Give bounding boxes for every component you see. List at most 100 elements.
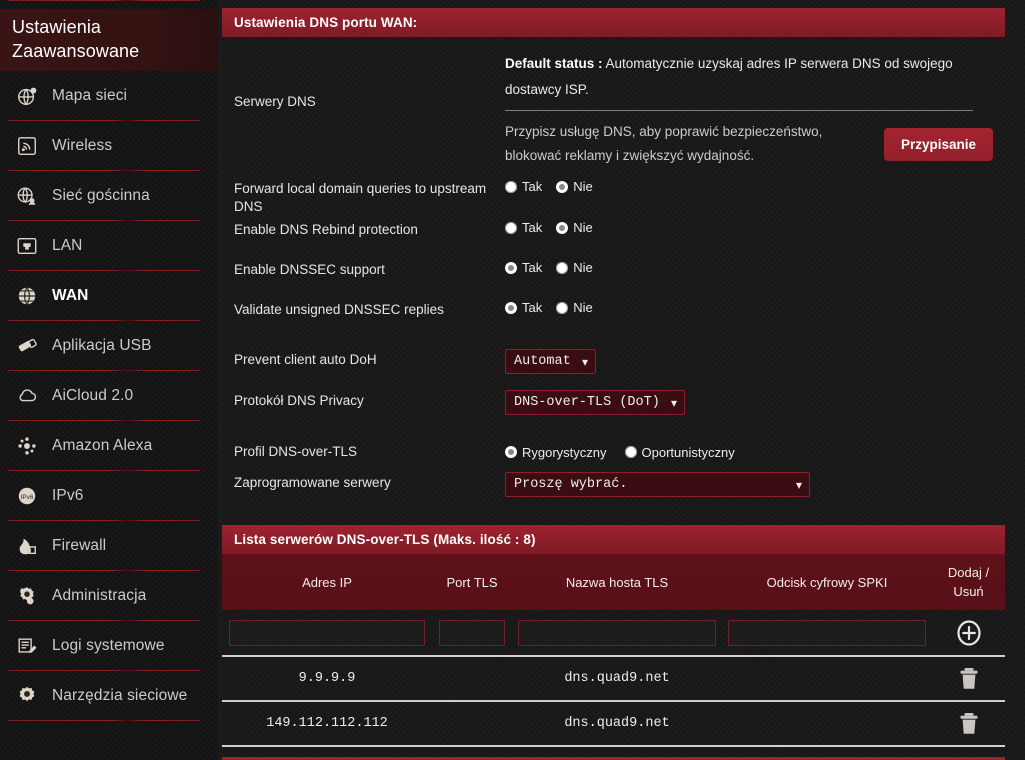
dns-servers-label: Serwery DNS <box>234 94 316 109</box>
sidebar-item-sie-go-cinna[interactable]: Sieć gościnna <box>0 171 218 220</box>
sidebar-item-firewall[interactable]: Firewall <box>0 521 218 570</box>
column-header-action: Dodaj / Usuń <box>932 563 1005 601</box>
radio-button[interactable] <box>505 221 517 234</box>
sidebar-item-wan[interactable]: WAN <box>0 271 218 320</box>
radio-button[interactable] <box>556 180 569 193</box>
sidebar-item-label: AiCloud 2.0 <box>52 386 134 404</box>
new-hostname-input[interactable] <box>518 619 716 646</box>
radio-button[interactable] <box>624 446 637 458</box>
dns-toggle-row: Enable DNS Rebind protection Tak Nie <box>222 219 1005 259</box>
dns-toggle-option-label: Nie <box>573 260 593 275</box>
system-log-icon <box>14 633 40 659</box>
cell-ip: 149.112.112.112 <box>266 716 388 731</box>
dot-server-list-panel: Lista serwerów DNS-over-TLS (Maks. ilość… <box>222 525 1005 747</box>
sidebar-item-mapa-sieci[interactable]: Mapa sieci <box>0 71 218 120</box>
sidebar-item-lan[interactable]: LAN <box>0 221 218 270</box>
dot-profile-strict-option[interactable]: Rygorystyczny <box>505 445 607 460</box>
dns-assign-description: Przypisz usługę DNS, aby poprawić bezpie… <box>505 120 822 168</box>
dns-toggle-option-yes[interactable]: Tak <box>505 260 542 275</box>
dot-profile-row: Profil DNS-over-TLS Rygorystyczny Oportu… <box>222 431 1005 472</box>
guest-network-icon <box>14 183 40 209</box>
dns-toggle-row: Forward local domain queries to upstream… <box>222 178 1005 219</box>
new-spki-input[interactable] <box>728 619 926 646</box>
column-header-action-line1: Dodaj / <box>947 565 990 580</box>
prevent-doh-field: AutomatWyłączWłącz ▾ <box>505 349 1005 374</box>
dns-toggle-field: Tak Nie <box>505 299 1005 315</box>
dns-toggle-row: Validate unsigned DNSSEC replies Tak Nie <box>222 299 1005 339</box>
dns-assign-description-line1: Przypisz usługę DNS, aby poprawić bezpie… <box>505 124 823 139</box>
wan-globe-icon <box>14 283 40 309</box>
cell-action <box>932 666 1005 692</box>
dns-toggle-option-label: Tak <box>522 179 543 194</box>
prevent-doh-label: Prevent client auto DoH <box>234 352 377 367</box>
dns-toggle-option-label: Nie <box>573 300 593 315</box>
dns-toggle-option-yes[interactable]: Tak <box>505 179 542 194</box>
aicloud-icon <box>14 383 40 409</box>
router-admin-page: Ustawienia Zaawansowane Mapa sieci Wirele… <box>0 0 1025 760</box>
radio-button[interactable] <box>505 301 517 314</box>
preset-servers-label: Zaprogramowane serwery <box>234 475 391 490</box>
administration-icon <box>14 583 40 609</box>
sidebar-title-line1: Ustawienia <box>12 17 102 37</box>
lan-icon <box>14 233 40 259</box>
column-header-spki: Odcisk cyfrowy SPKI <box>766 574 888 590</box>
preset-servers-select[interactable]: Proszę wybrać.CloudflareGoogleQuad9 <box>505 472 810 497</box>
column-header-action-line2: Usuń <box>953 584 984 599</box>
sidebar-item-narz-dzia-sieciowe[interactable]: Narzędzia sieciowe <box>0 671 218 720</box>
sidebar-item-wireless[interactable]: Wireless <box>0 121 218 170</box>
trash-icon <box>960 712 977 734</box>
sidebar-item-amazon-alexa[interactable]: Amazon Alexa <box>0 421 218 470</box>
dns-toggle-option-no[interactable]: Nie <box>556 179 593 194</box>
sidebar-item-label: Sieć gościnna <box>52 186 150 204</box>
sidebar-item-aplikacja-usb[interactable]: Aplikacja USB <box>0 321 218 370</box>
dns-toggle-option-no[interactable]: Nie <box>556 220 593 235</box>
prevent-doh-row: Prevent client auto DoH AutomatWyłączWłą… <box>222 349 1005 390</box>
new-port-input[interactable] <box>439 619 505 646</box>
sidebar-divider <box>8 720 200 721</box>
cell-hostname: dns.quad9.net <box>564 671 670 686</box>
trash-icon <box>960 667 977 689</box>
radio-button[interactable] <box>556 301 569 314</box>
dns-toggle-rows: Forward local domain queries to upstream… <box>222 178 1005 339</box>
radio-button[interactable] <box>505 180 517 193</box>
column-header-hostname: Nazwa hosta TLS <box>565 574 669 590</box>
sidebar-item-label: Firewall <box>52 536 107 554</box>
column-header-port: Port TLS <box>446 574 498 590</box>
sidebar-nav-list: Mapa sieci Wireless Sieć gościnna LAN WAN Apl… <box>0 71 218 721</box>
dot-profile-radio-group: Rygorystyczny Oportunistyczny <box>505 444 1005 460</box>
new-ip-input[interactable] <box>229 619 425 646</box>
dns-privacy-label: Protokół DNS Privacy <box>234 393 364 408</box>
sidebar-item-administracja[interactable]: Administracja <box>0 571 218 620</box>
dot-profile-opportunistic-option[interactable]: Oportunistyczny <box>624 445 735 460</box>
radio-button[interactable] <box>556 261 569 274</box>
assign-dns-button[interactable]: Przypisanie <box>883 127 993 161</box>
sidebar-item-logi-systemowe[interactable]: Logi systemowe <box>0 621 218 670</box>
radio-button[interactable] <box>505 446 517 458</box>
wan-dns-panel: Ustawienia DNS portu WAN: Serwery DNS De… <box>222 8 1005 513</box>
delete-row-button[interactable] <box>958 711 980 737</box>
sidebar-item-aicloud-2-0[interactable]: AiCloud 2.0 <box>0 371 218 420</box>
preset-servers-row: Zaprogramowane serwery Proszę wybrać.Clo… <box>222 472 1005 513</box>
dns-privacy-row: Protokół DNS Privacy BrakDNS-over-TLS (D… <box>222 390 1005 431</box>
dns-toggle-field: Tak Nie <box>505 178 1005 194</box>
radio-button[interactable] <box>556 221 569 234</box>
plus-circle-icon <box>956 619 981 646</box>
delete-row-button[interactable] <box>958 666 980 692</box>
svg-text:IPv6: IPv6 <box>21 493 34 500</box>
network-tools-icon <box>14 683 40 709</box>
dns-toggle-option-no[interactable]: Nie <box>556 300 593 315</box>
add-row-button[interactable] <box>956 619 982 646</box>
radio-button[interactable] <box>505 261 517 274</box>
dns-toggle-radio-group: Tak Nie <box>505 259 1005 275</box>
dns-toggle-option-yes[interactable]: Tak <box>505 300 542 315</box>
dns-toggle-option-no[interactable]: Nie <box>556 260 593 275</box>
prevent-doh-select[interactable]: AutomatWyłączWłącz <box>505 349 596 374</box>
dns-toggle-radio-group: Tak Nie <box>505 219 1005 235</box>
dns-privacy-select[interactable]: BrakDNS-over-TLS (DoT) <box>505 390 685 415</box>
wan-dns-section-title: Ustawienia DNS portu WAN: <box>234 15 418 30</box>
dns-toggle-option-yes[interactable]: Tak <box>505 220 542 235</box>
sidebar-item-ipv6[interactable]: IPv6 IPv6 <box>0 471 218 520</box>
ipv6-icon: IPv6 <box>14 483 40 509</box>
dns-toggle-label: Validate unsigned DNSSEC replies <box>234 302 444 317</box>
sidebar-item-label: Administracja <box>52 586 147 604</box>
